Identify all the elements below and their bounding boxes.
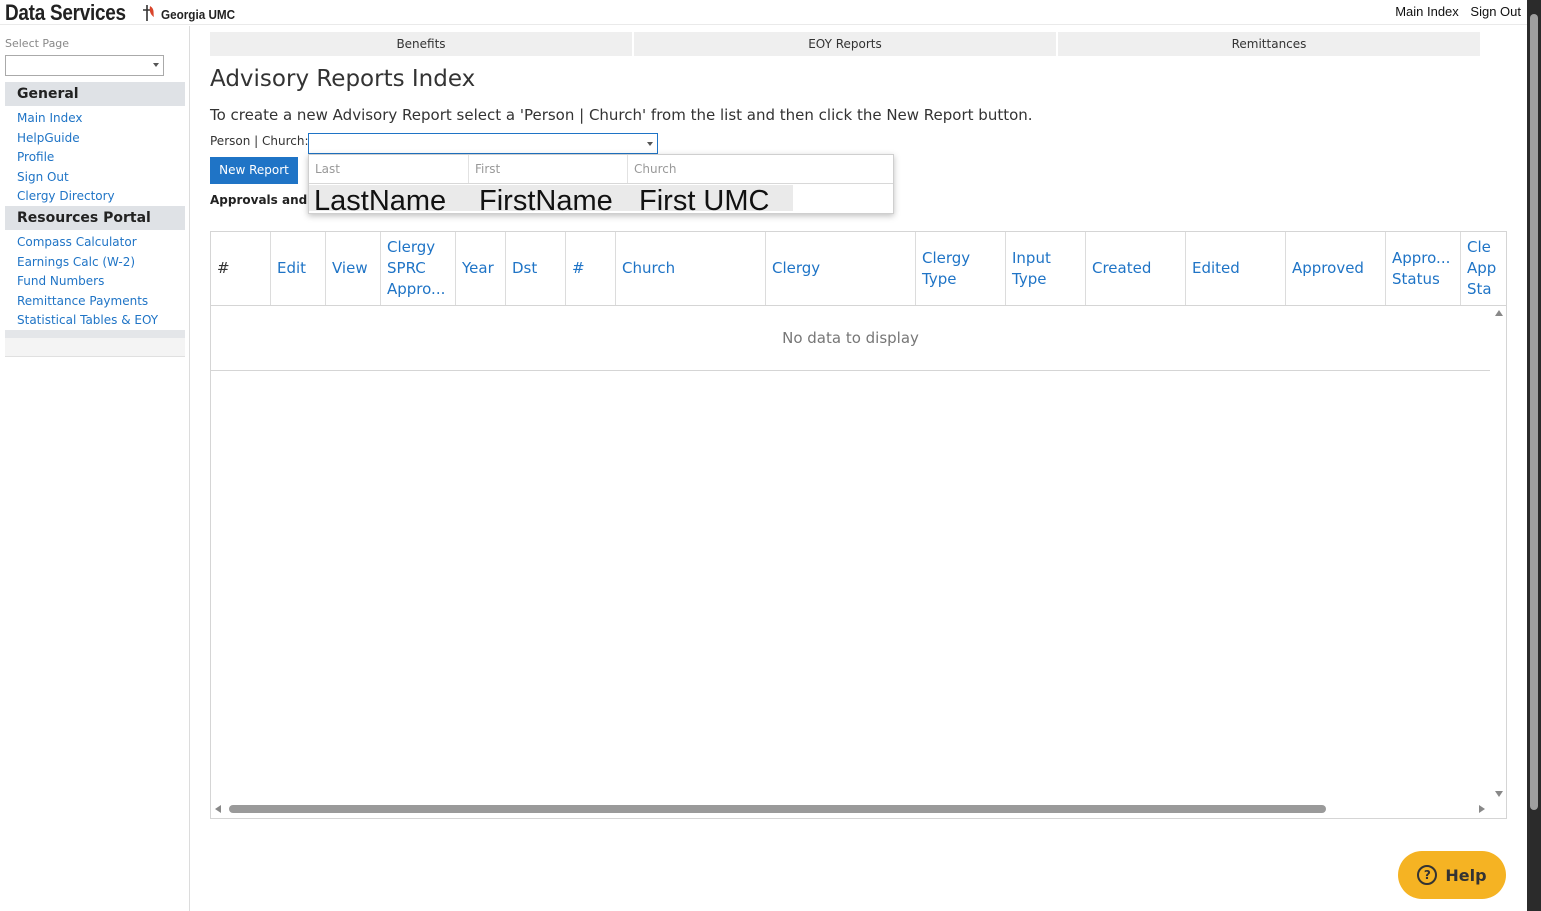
col-input-type[interactable]: Input Type bbox=[1006, 232, 1086, 305]
cross-flame-icon bbox=[143, 5, 155, 21]
grid-header: # Edit View Clergy SPRC Appro... Year Ds… bbox=[211, 232, 1506, 306]
chevron-down-icon bbox=[153, 63, 159, 67]
tab-remittances[interactable]: Remittances bbox=[1058, 32, 1480, 56]
dropdown-col-first: First bbox=[469, 155, 628, 183]
reports-grid: # Edit View Clergy SPRC Appro... Year Ds… bbox=[210, 231, 1507, 819]
brand: Data Services Georgia UMC bbox=[5, 0, 244, 26]
col-approved[interactable]: Approved bbox=[1286, 232, 1386, 305]
dropdown-option[interactable]: LastName FirstName First UMC bbox=[309, 185, 793, 217]
instructions-text: To create a new Advisory Report select a… bbox=[210, 106, 1033, 124]
main-index-link[interactable]: Main Index bbox=[1395, 4, 1459, 19]
window-scrollbar-track bbox=[1527, 0, 1541, 911]
col-view[interactable]: View bbox=[326, 232, 381, 305]
option-church: First UMC bbox=[639, 185, 770, 217]
col-clergy[interactable]: Clergy bbox=[766, 232, 916, 305]
scroll-right-arrow[interactable] bbox=[1479, 805, 1485, 813]
org-name: Georgia UMC bbox=[161, 7, 236, 22]
sign-out-link[interactable]: Sign Out bbox=[1470, 4, 1521, 19]
empty-grid-message: No data to display bbox=[211, 306, 1490, 371]
col-edited[interactable]: Edited bbox=[1186, 232, 1286, 305]
col-created[interactable]: Created bbox=[1086, 232, 1186, 305]
col-church[interactable]: Church bbox=[616, 232, 766, 305]
tab-benefits[interactable]: Benefits bbox=[210, 32, 632, 56]
sidebar: Select Page General Main Index HelpGuide… bbox=[0, 26, 190, 911]
nav-group-resources-portal: Resources Portal bbox=[5, 206, 185, 230]
person-church-label: Person | Church: bbox=[210, 134, 309, 148]
option-first: FirstName bbox=[479, 185, 613, 217]
select-page-label: Select Page bbox=[5, 37, 70, 50]
col-clergy-type[interactable]: Clergy Type bbox=[916, 232, 1006, 305]
col-dst[interactable]: Dst bbox=[506, 232, 566, 305]
sidebar-item-main-index[interactable]: Main Index bbox=[17, 111, 83, 125]
col-approval-status[interactable]: Appro... Status bbox=[1386, 232, 1461, 305]
top-links: Main Index Sign Out bbox=[1387, 4, 1521, 19]
col-number[interactable]: # bbox=[566, 232, 616, 305]
col-edit[interactable]: Edit bbox=[271, 232, 326, 305]
sidebar-item-profile[interactable]: Profile bbox=[17, 150, 54, 164]
chevron-down-icon bbox=[647, 142, 653, 146]
sidebar-item-earnings-calc[interactable]: Earnings Calc (W-2) bbox=[17, 255, 135, 269]
top-tabs: Benefits EOY Reports Remittances bbox=[210, 32, 1480, 56]
tab-eoy-reports[interactable]: EOY Reports bbox=[634, 32, 1056, 56]
page-title: Advisory Reports Index bbox=[210, 66, 476, 92]
horizontal-scrollbar[interactable] bbox=[229, 805, 1326, 813]
sidebar-item-compass-calculator[interactable]: Compass Calculator bbox=[17, 235, 137, 249]
col-clergy-sprc-approval[interactable]: Clergy SPRC Appro... bbox=[381, 232, 456, 305]
dropdown-col-last: Last bbox=[309, 155, 469, 183]
col-row-number: # bbox=[211, 232, 271, 305]
header-divider bbox=[0, 24, 1527, 25]
nav-group-general: General bbox=[5, 82, 185, 106]
person-church-combobox[interactable] bbox=[308, 133, 658, 154]
scroll-down-arrow[interactable] bbox=[1495, 791, 1503, 797]
new-report-button[interactable]: New Report bbox=[210, 157, 298, 184]
col-clergy-approval-status[interactable]: Cle App Sta bbox=[1461, 232, 1506, 305]
option-last: LastName bbox=[314, 185, 447, 217]
nav-group-collapsed[interactable] bbox=[5, 330, 185, 357]
approvals-label: Approvals and E bbox=[210, 193, 310, 207]
window-scrollbar[interactable] bbox=[1530, 14, 1538, 810]
help-button[interactable]: ? Help bbox=[1398, 851, 1506, 899]
scroll-up-arrow[interactable] bbox=[1495, 310, 1503, 316]
col-year[interactable]: Year bbox=[456, 232, 506, 305]
app-title: Data Services bbox=[5, 0, 126, 25]
sidebar-item-clergy-directory[interactable]: Clergy Directory bbox=[17, 189, 115, 203]
help-button-label: Help bbox=[1445, 865, 1487, 885]
dropdown-col-church: Church bbox=[634, 162, 677, 176]
sidebar-item-statistical-tables[interactable]: Statistical Tables & EOY bbox=[17, 313, 158, 327]
person-church-dropdown-list: Last First Church LastName FirstName Fir… bbox=[308, 154, 894, 217]
sidebar-item-sign-out[interactable]: Sign Out bbox=[17, 170, 69, 184]
dropdown-header: Last First Church bbox=[309, 155, 893, 184]
sidebar-item-fund-numbers[interactable]: Fund Numbers bbox=[17, 274, 104, 288]
sidebar-item-remittance-payments[interactable]: Remittance Payments bbox=[17, 294, 148, 308]
sidebar-item-helpguide[interactable]: HelpGuide bbox=[17, 131, 80, 145]
scroll-left-arrow[interactable] bbox=[215, 805, 221, 813]
select-page-dropdown[interactable] bbox=[5, 55, 164, 76]
question-circle-icon: ? bbox=[1417, 865, 1438, 885]
